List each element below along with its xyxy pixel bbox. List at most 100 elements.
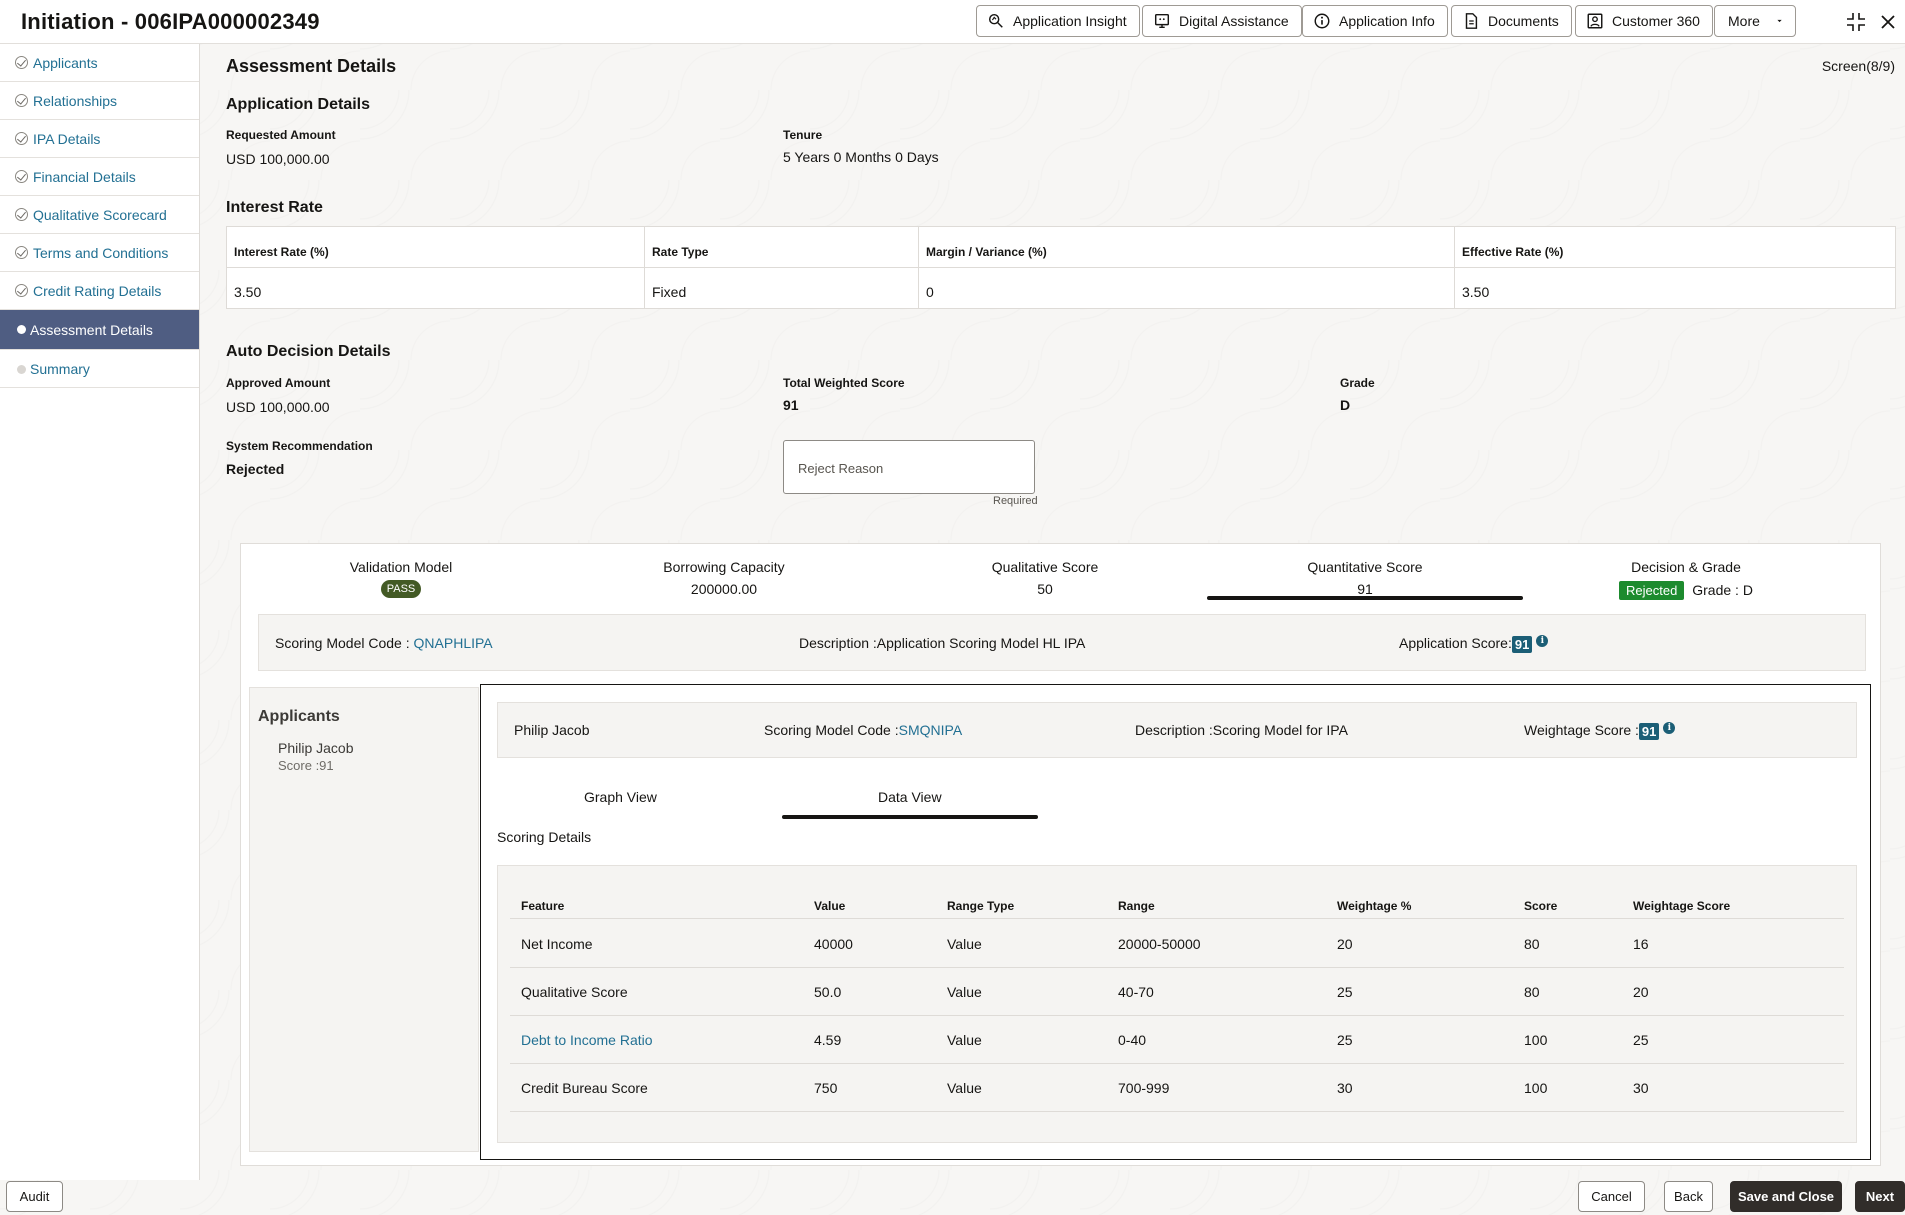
pass-badge: PASS	[380, 580, 422, 598]
sidebar-item-label: Assessment Details	[30, 321, 153, 338]
table-cell: Net Income	[521, 936, 593, 952]
sidebar-item-relationships[interactable]: Relationships	[0, 82, 199, 120]
table-cell: Value	[947, 984, 982, 1000]
application-info-button[interactable]: Application Info	[1302, 5, 1448, 37]
reject-reason-input[interactable]: Reject Reason	[783, 440, 1035, 494]
scoring-model-code-label: Scoring Model Code :	[275, 635, 414, 651]
next-button[interactable]: Next	[1855, 1181, 1905, 1212]
active-metric-indicator	[1207, 596, 1523, 600]
table-cell: 20	[1633, 984, 1649, 1000]
digital-assistance-label: Digital Assistance	[1179, 13, 1289, 29]
tab-data-view[interactable]: Data View	[878, 789, 942, 805]
audit-button[interactable]: Audit	[6, 1181, 63, 1212]
system-recommendation-value: Rejected	[226, 461, 285, 477]
documents-button[interactable]: Documents	[1451, 5, 1572, 37]
table-cell: 700-999	[1118, 1080, 1170, 1096]
requested-amount-label: Requested Amount	[226, 128, 336, 142]
more-label: More	[1728, 13, 1760, 29]
main-content: Assessment Details Screen(8/9) Applicati…	[200, 44, 1905, 1180]
table-cell: 100	[1524, 1080, 1548, 1096]
sidebar-item-ipa-details[interactable]: IPA Details	[0, 120, 199, 158]
close-icon[interactable]	[1876, 10, 1900, 34]
applicant-name[interactable]: Philip Jacob	[278, 740, 354, 756]
back-button[interactable]: Back	[1664, 1181, 1713, 1212]
approved-amount-value: USD 100,000.00	[226, 399, 330, 415]
document-icon	[1465, 13, 1478, 29]
applicant-score: Score :91	[278, 758, 334, 773]
column-header: Interest Rate (%)	[234, 245, 329, 259]
qualitative-score-label: Qualitative Score	[991, 559, 1099, 575]
assistant-icon	[1154, 13, 1170, 29]
sidebar-item-label: Terms and Conditions	[33, 244, 169, 261]
column-header: Rate Type	[652, 245, 709, 259]
sidebar-item-summary[interactable]: Summary	[0, 350, 199, 388]
sidebar-item-label: Financial Details	[33, 168, 136, 185]
qualitative-score-metric[interactable]: Qualitative Score 50	[965, 559, 1125, 597]
sidebar-item-qualitative-scorecard[interactable]: Qualitative Scorecard	[0, 196, 199, 234]
table-cell: 20000-50000	[1118, 936, 1201, 952]
scoring-model-code-link[interactable]: QNAPHLIPA	[414, 635, 493, 651]
column-header: Weightage Score	[1633, 899, 1731, 913]
section-title: Assessment Details	[226, 56, 397, 76]
total-weighted-score-label: Total Weighted Score	[783, 376, 905, 390]
grade-value: D	[1340, 397, 1351, 413]
applicant-model-code: Scoring Model Code :SMQNIPA	[764, 722, 962, 738]
table-column: Margin / Variance (%) 0	[919, 227, 1455, 308]
current-step-dot	[17, 325, 26, 334]
save-and-close-button[interactable]: Save and Close	[1730, 1181, 1842, 1212]
sidebar-item-terms-and-conditions[interactable]: Terms and Conditions	[0, 234, 199, 272]
applicant-model-code-link[interactable]: SMQNIPA	[899, 722, 963, 738]
sidebar-item-financial-details[interactable]: Financial Details	[0, 158, 199, 196]
check-icon	[15, 284, 28, 297]
borrowing-capacity-value: 200000.00	[690, 581, 758, 597]
table-cell: 50.0	[814, 984, 842, 1000]
check-icon	[15, 246, 28, 259]
column-header: Weightage %	[1337, 899, 1412, 913]
borrowing-capacity-label: Borrowing Capacity	[663, 559, 785, 575]
sidebar-item-credit-rating-details[interactable]: Credit Rating Details	[0, 272, 199, 310]
table-cell: 4.59	[814, 1032, 842, 1048]
collapse-icon[interactable]	[1844, 10, 1868, 34]
qualitative-score-value: 50	[1037, 581, 1053, 597]
info-icon[interactable]: i	[1536, 635, 1549, 647]
decision-grade-metric: Decision & Grade Rejected Grade : D	[1591, 559, 1781, 600]
interest-rate-table: Interest Rate (%) 3.50 Rate Type Fixed M…	[226, 226, 1896, 309]
tenure-label: Tenure	[783, 128, 823, 142]
application-insight-button[interactable]: Application Insight	[976, 5, 1140, 37]
scoring-details-heading: Scoring Details	[497, 829, 592, 845]
total-weighted-score-value: 91	[783, 397, 799, 413]
weightage-score: Weightage Score :91 i	[1524, 722, 1676, 740]
quantitative-score-value: 91	[1357, 581, 1373, 597]
borrowing-capacity-metric: Borrowing Capacity 200000.00	[644, 559, 804, 597]
application-insight-label: Application Insight	[1013, 13, 1127, 29]
cancel-button[interactable]: Cancel	[1578, 1181, 1645, 1212]
table-cell: Value	[947, 936, 982, 952]
table-cell: Credit Bureau Score	[521, 1080, 648, 1096]
application-details-heading: Application Details	[226, 96, 371, 113]
auto-decision-heading: Auto Decision Details	[226, 343, 391, 360]
info-icon[interactable]: i	[1663, 722, 1676, 734]
tab-graph-view[interactable]: Graph View	[584, 789, 657, 805]
applicant-model-bar: Philip Jacob Scoring Model Code :SMQNIPA…	[497, 702, 1857, 758]
debt-to-income-link[interactable]: Debt to Income Ratio	[521, 1032, 653, 1048]
table-cell: 80	[1524, 936, 1540, 952]
grade-label: Grade	[1340, 376, 1375, 390]
check-icon	[15, 170, 28, 183]
table-cell: Qualitative Score	[521, 984, 628, 1000]
sidebar-item-applicants[interactable]: Applicants	[0, 44, 199, 82]
customer-360-button[interactable]: Customer 360	[1575, 5, 1713, 37]
table-cell: 40000	[814, 936, 853, 952]
reject-reason-helper: Required	[993, 495, 1038, 507]
info-icon	[1314, 13, 1330, 29]
sidebar-item-label: IPA Details	[33, 130, 101, 147]
application-score: Application Score: 91 i	[1399, 635, 1549, 653]
sidebar-item-assessment-details[interactable]: Assessment Details	[0, 310, 199, 350]
customer-360-label: Customer 360	[1612, 13, 1700, 29]
application-info-label: Application Info	[1339, 13, 1435, 29]
table-cell: 750	[814, 1080, 838, 1096]
applicants-heading: Applicants	[258, 708, 340, 725]
quantitative-score-metric[interactable]: Quantitative Score 91	[1285, 559, 1445, 597]
more-dropdown-button[interactable]: More	[1714, 5, 1796, 37]
weightage-score-chip: 91	[1638, 722, 1660, 740]
digital-assistance-button[interactable]: Digital Assistance	[1142, 5, 1302, 37]
